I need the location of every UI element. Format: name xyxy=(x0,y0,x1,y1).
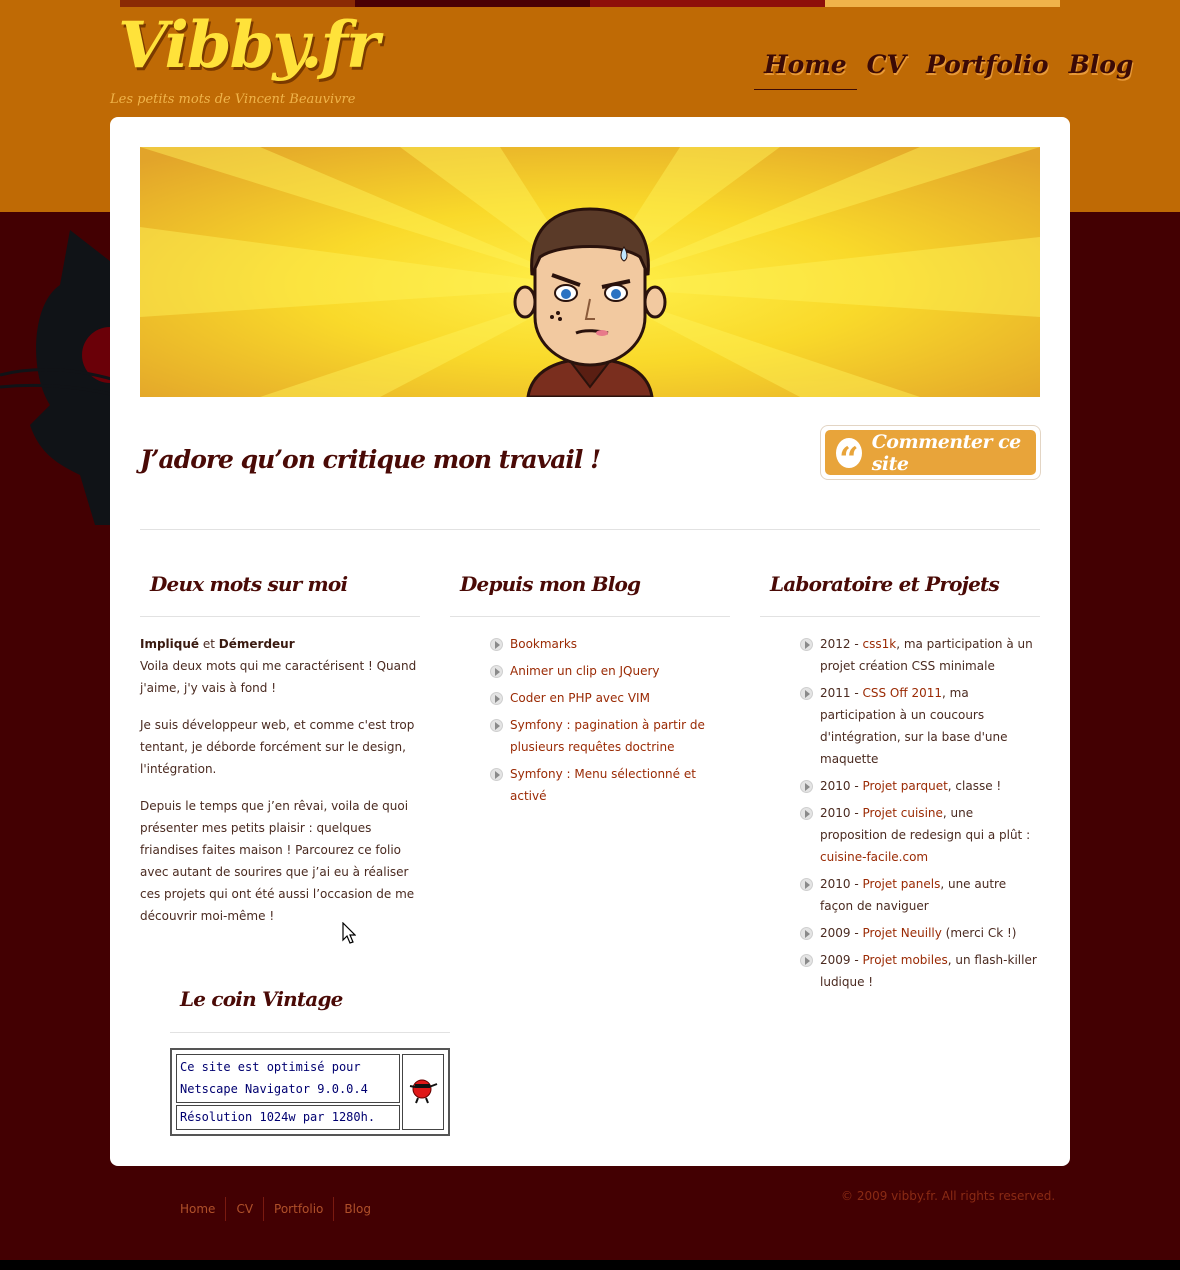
about-paragraph: Impliqué et Démerdeur Voila deux mots qu… xyxy=(140,633,420,699)
lab-text: , classe ! xyxy=(947,779,1002,793)
list-item: Symfony : pagination à partir de plusieu… xyxy=(490,714,730,758)
blog-link[interactable]: Animer un clip en JQuery xyxy=(510,664,660,678)
lab-year: 2009 - xyxy=(820,926,863,940)
about-and: et xyxy=(199,637,219,651)
lab-link[interactable]: Projet parquet xyxy=(863,779,948,793)
about-section: Deux mots sur moi Impliqué et Démerdeur … xyxy=(140,567,420,942)
list-item: 2011 - CSS Off 2011, ma participation à … xyxy=(800,682,1040,770)
about-strong: Démerdeur xyxy=(218,637,295,651)
list-item: 2012 - css1k, ma participation à un proj… xyxy=(800,633,1040,677)
bullet-arrow-icon xyxy=(800,878,813,891)
list-item: Animer un clip en JQuery xyxy=(490,660,730,682)
bullet-arrow-icon xyxy=(800,687,813,700)
blog-list: Bookmarks Animer un clip en JQuery Coder… xyxy=(450,633,730,807)
lab-text: (merci Ck !) xyxy=(941,926,1017,940)
site-tagline: Les petits mots de Vincent Beauvivre xyxy=(110,92,356,107)
lab-year: 2009 - xyxy=(820,953,863,967)
blog-link[interactable]: Symfony : pagination à partir de plusieu… xyxy=(510,718,705,754)
list-item: 2009 - Projet mobiles, un flash-killer l… xyxy=(800,949,1040,993)
color-bar-segment xyxy=(825,0,1060,7)
blog-link[interactable]: Symfony : Menu sélectionné et activé xyxy=(510,767,696,803)
footer-link-home[interactable]: Home xyxy=(170,1197,225,1221)
nav-home[interactable]: Home xyxy=(754,48,857,90)
about-title: Deux mots sur moi xyxy=(140,567,420,617)
bullet-arrow-icon xyxy=(800,638,813,651)
nav-portfolio[interactable]: Portfolio xyxy=(916,48,1059,90)
vintage-resolution-text: Résolution 1024w par 1280h. xyxy=(176,1104,400,1130)
lab-link[interactable]: cuisine-facile.com xyxy=(820,850,928,864)
footer-nav: Home CV Portfolio Blog xyxy=(170,1197,381,1221)
nav-cv[interactable]: CV xyxy=(857,48,916,90)
about-strong: Impliqué xyxy=(140,637,200,651)
bullet-arrow-icon xyxy=(490,665,503,678)
about-paragraph: Je suis développeur web, et comme c'est … xyxy=(140,718,415,776)
hero-banner xyxy=(140,147,1040,397)
list-item: 2010 - Projet panels, une autre façon de… xyxy=(800,873,1040,917)
main-nav: Home CV Portfolio Blog xyxy=(754,48,1143,90)
bullet-arrow-icon xyxy=(490,719,503,732)
bullet-arrow-icon xyxy=(800,954,813,967)
comment-button[interactable]: “ Commenter ce site xyxy=(820,425,1041,480)
intro-quote: J’adore qu’on critique mon travail ! xyxy=(140,445,601,474)
list-item: 2010 - Projet cuisine, une proposition d… xyxy=(800,802,1040,868)
footer-link-blog[interactable]: Blog xyxy=(333,1197,381,1221)
list-item: 2009 - Projet Neuilly (merci Ck !) xyxy=(800,922,1040,944)
main-card: J’adore qu’on critique mon travail ! “ C… xyxy=(110,117,1070,1166)
lab-link[interactable]: Projet panels xyxy=(863,877,941,891)
lab-link[interactable]: CSS Off 2011 xyxy=(863,686,943,700)
copyright-text: © 2009 vibby.fr. All rights reserved. xyxy=(841,1189,1056,1203)
vintage-browser-text: Ce site est optimisé pour Netscape Navig… xyxy=(176,1054,400,1103)
blog-section: Depuis mon Blog Bookmarks Animer un clip… xyxy=(450,567,730,812)
list-item: Coder en PHP avec VIM xyxy=(490,687,730,709)
site-logo[interactable]: Vibby.fr xyxy=(118,8,380,83)
quote-icon: “ xyxy=(836,437,862,480)
bottom-strip xyxy=(0,1260,1180,1270)
mascot-icon xyxy=(409,1079,438,1103)
list-item: Bookmarks xyxy=(490,633,730,655)
list-item: Symfony : Menu sélectionné et activé xyxy=(490,763,730,807)
octocat-icon xyxy=(0,230,115,525)
lab-year: 2012 - xyxy=(820,637,863,651)
blog-link[interactable]: Bookmarks xyxy=(510,637,577,651)
lab-link[interactable]: Projet Neuilly xyxy=(863,926,942,940)
section-divider xyxy=(140,529,1040,530)
lab-year: 2011 - xyxy=(820,686,863,700)
hero-illustration xyxy=(140,147,1040,397)
blog-link[interactable]: Coder en PHP avec VIM xyxy=(510,691,650,705)
lab-year: 2010 - xyxy=(820,877,863,891)
about-paragraph: Depuis le temps que j’en rêvai, voila de… xyxy=(140,799,415,923)
lab-link[interactable]: Projet cuisine xyxy=(863,806,943,820)
color-bar-segment xyxy=(590,0,825,7)
vintage-badge: Ce site est optimisé pour Netscape Navig… xyxy=(170,1048,450,1136)
lab-year: 2010 - xyxy=(820,779,863,793)
lab-link[interactable]: Projet mobiles xyxy=(863,953,948,967)
color-bar-segment xyxy=(120,0,355,7)
nav-blog[interactable]: Blog xyxy=(1059,48,1144,90)
bullet-arrow-icon xyxy=(800,780,813,793)
vintage-mascot-cell xyxy=(402,1054,444,1130)
color-bar-segment xyxy=(355,0,590,7)
about-text: Voila deux mots qui me caractérisent ! Q… xyxy=(140,659,417,695)
vintage-title: Le coin Vintage xyxy=(170,983,450,1033)
list-item: 2010 - Projet parquet, classe ! xyxy=(800,775,1040,797)
mouse-cursor-icon xyxy=(342,922,356,944)
lab-list: 2012 - css1k, ma participation à un proj… xyxy=(760,633,1040,993)
blog-title: Depuis mon Blog xyxy=(450,567,730,617)
bullet-arrow-icon xyxy=(490,768,503,781)
bullet-arrow-icon xyxy=(800,927,813,940)
lab-title: Laboratoire et Projets xyxy=(760,567,1040,617)
bullet-arrow-icon xyxy=(490,638,503,651)
lab-year: 2010 - xyxy=(820,806,863,820)
bullet-arrow-icon xyxy=(490,692,503,705)
bullet-arrow-icon xyxy=(800,807,813,820)
footer-link-cv[interactable]: CV xyxy=(225,1197,263,1221)
comment-button-label: Commenter ce site xyxy=(871,430,1022,475)
lab-link[interactable]: css1k xyxy=(863,637,897,651)
lab-section: Laboratoire et Projets 2012 - css1k, ma … xyxy=(760,567,1040,998)
footer-link-portfolio[interactable]: Portfolio xyxy=(263,1197,333,1221)
